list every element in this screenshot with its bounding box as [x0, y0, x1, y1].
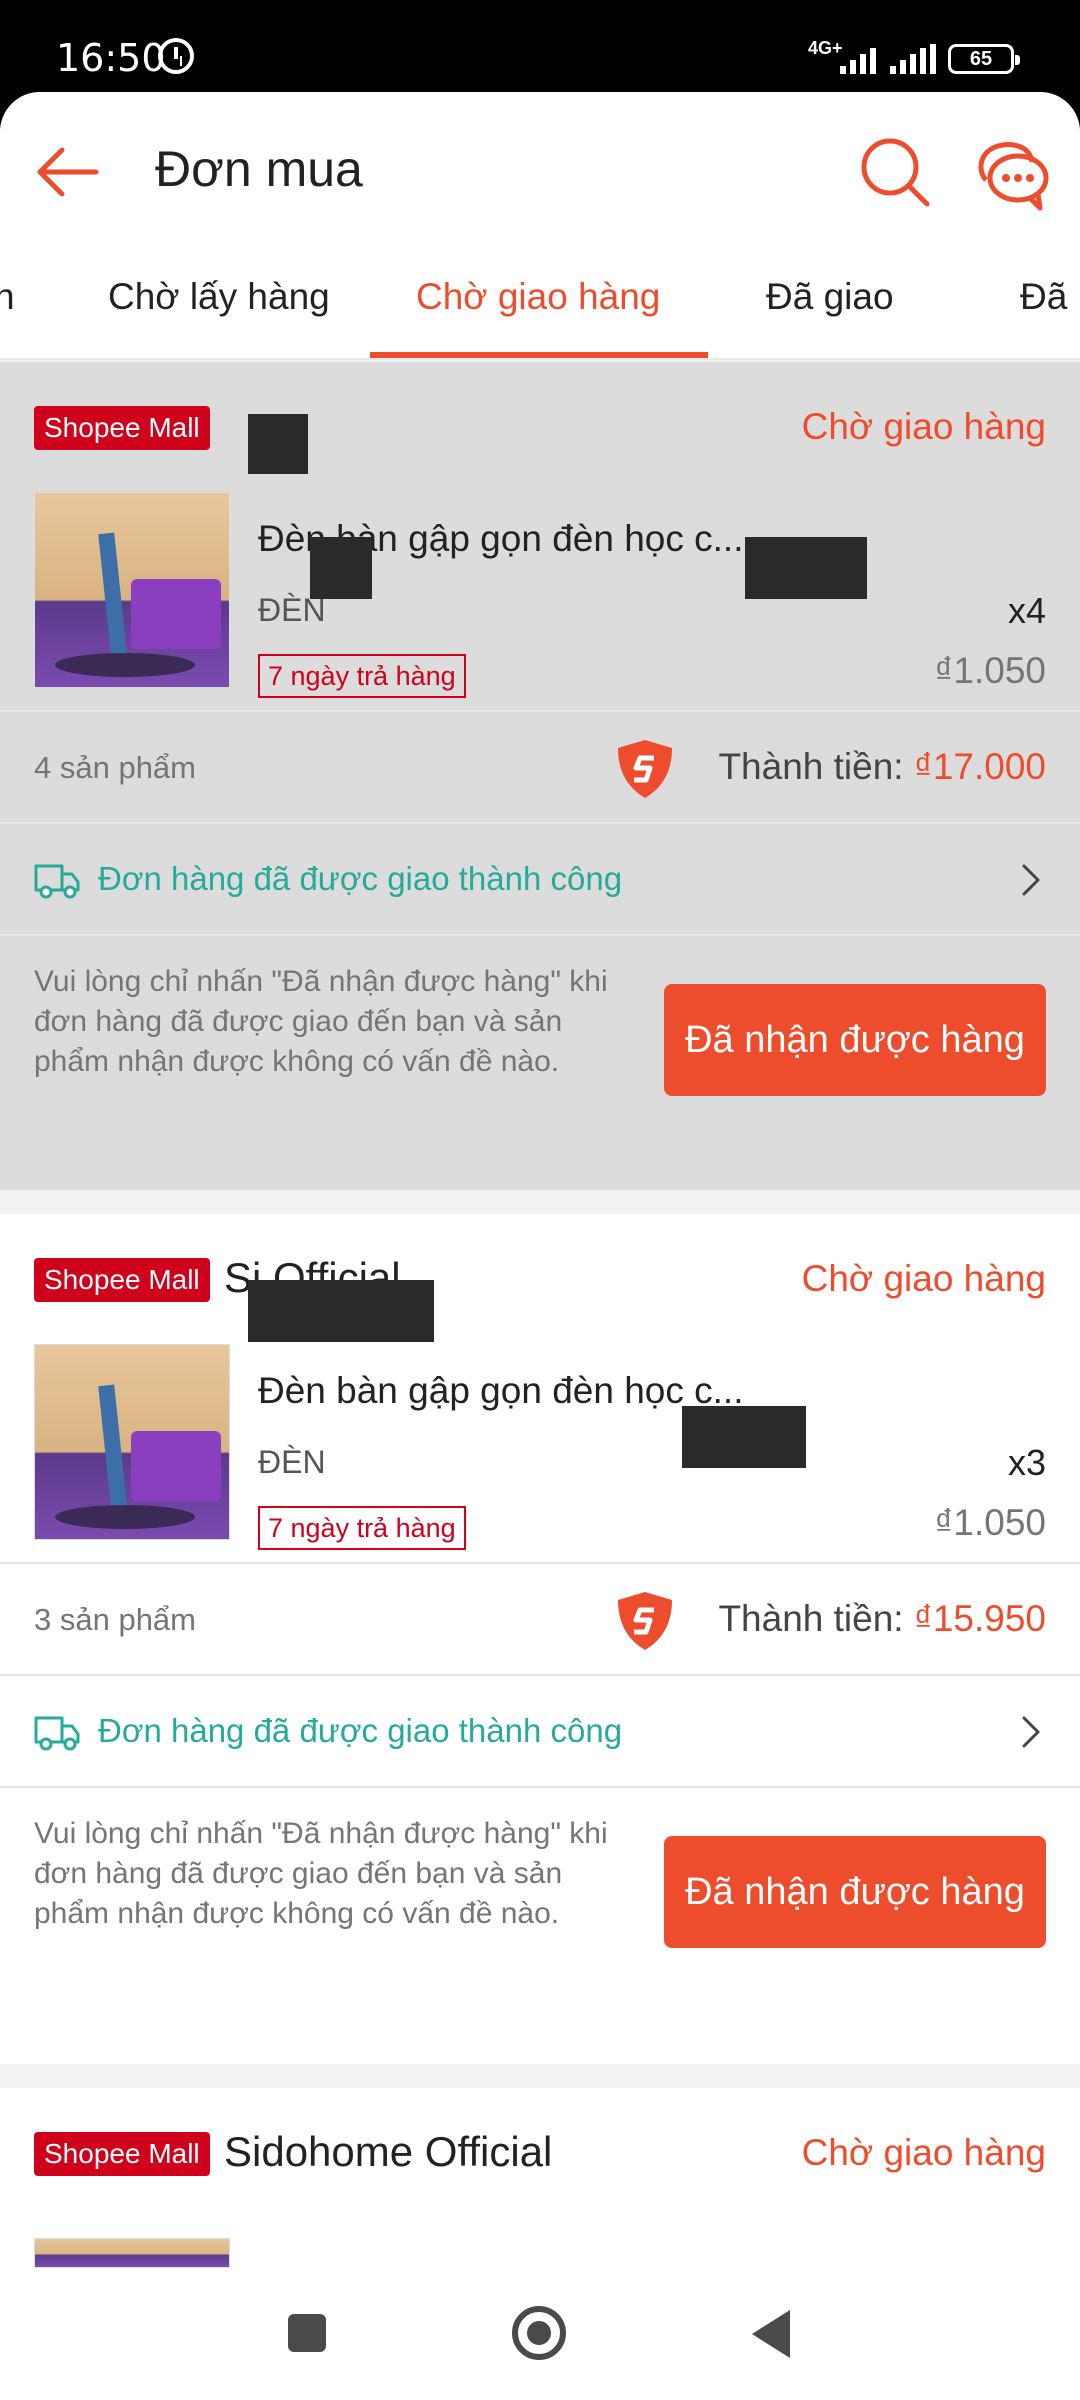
tab-previous[interactable]: n [0, 276, 15, 318]
system-nav-bar [0, 2268, 1080, 2400]
tab-delivered[interactable]: Đã giao [766, 276, 894, 318]
product-variation: ĐÈN [258, 1444, 326, 1480]
order-total: Thành tiền: ₫15.950 [718, 1598, 1046, 1640]
status-bar: 16:50 4G+ 65 [0, 0, 1080, 100]
order-status: Chờ giao hàng [801, 406, 1046, 447]
alarm-icon [158, 38, 194, 74]
order-card[interactable]: Shopee Mall Sidohome Official Chờ giao h… [0, 2088, 1080, 2268]
truck-icon [34, 1716, 80, 1751]
shipping-status-text: Đơn hàng đã được giao thành công [98, 1712, 623, 1749]
redaction-block [248, 414, 308, 474]
order-status: Chờ giao hàng [801, 2132, 1046, 2173]
confirm-note: Vui lòng chỉ nhấn "Đã nhận được hàng" kh… [34, 1817, 608, 1930]
app-header: Đơn mua [0, 92, 1080, 252]
order-tabs: n Chờ lấy hàng Chờ giao hàng Đã giao Đã [0, 252, 1080, 360]
product-row[interactable]: Đèn bàn gập gọn đèn học c... ĐÈN x3 7 ng… [0, 1344, 1080, 1562]
order-total-row: 4 sản phẩm Thành tiền: ₫17.000 [0, 710, 1080, 822]
shipping-status-row[interactable]: Đơn hàng đã được giao thành công [0, 822, 1080, 934]
item-count: 4 sản phẩm [34, 750, 196, 785]
shield-icon [618, 1592, 672, 1650]
product-thumbnail [34, 2238, 230, 2268]
page-title: Đơn mua [155, 141, 363, 197]
return-policy-badge: 7 ngày trả hàng [258, 654, 466, 698]
shopee-mall-badge: Shopee Mall [34, 2132, 210, 2176]
shopee-mall-badge: Shopee Mall [34, 406, 210, 450]
battery-icon: 65 [948, 44, 1020, 74]
signal-icon [890, 44, 936, 74]
tab-next[interactable]: Đã [1020, 276, 1067, 318]
redaction-block [682, 1406, 806, 1468]
lamp-base-graphic [55, 1505, 195, 1529]
shop-row[interactable]: Shopee Mall Si Official Chờ giao hàng [0, 1214, 1080, 1344]
total-label: Thành tiền: [718, 746, 914, 787]
shipping-status-text: Đơn hàng đã được giao thành công [98, 860, 623, 897]
shopee-mall-badge: Shopee Mall [34, 1258, 210, 1302]
unit-price: ₫1.050 [934, 1502, 1046, 1543]
product-thumbnail [34, 1344, 230, 1540]
home-icon[interactable] [512, 2306, 566, 2360]
redaction-block [248, 1280, 434, 1342]
chat-icon[interactable] [972, 132, 1052, 212]
confirm-receipt-row: Vui lòng chỉ nhấn "Đã nhận được hàng" kh… [0, 934, 1080, 1144]
search-icon[interactable] [855, 132, 935, 212]
shop-name[interactable]: Sidohome Official [224, 2128, 552, 2176]
tab-awaiting-delivery[interactable]: Chờ giao hàng [416, 276, 660, 318]
product-name: Đèn bàn gập gọn đèn học c... [258, 518, 744, 559]
product-label-graphic [131, 579, 221, 649]
item-count: 3 sản phẩm [34, 1602, 196, 1637]
order-received-button[interactable]: Đã nhận được hàng [664, 984, 1046, 1096]
lamp-graphic [98, 532, 128, 664]
return-policy-badge: 7 ngày trả hàng [258, 1506, 466, 1550]
product-row[interactable]: Đèn bàn gập gọn đèn học c... ĐÈN x4 7 ng… [0, 492, 1080, 710]
confirm-note: Vui lòng chỉ nhấn "Đã nhận được hàng" kh… [34, 965, 608, 1078]
total-value: ₫15.950 [913, 1598, 1046, 1639]
shop-row[interactable]: Shopee Mall Sidohome Official Chờ giao h… [0, 2088, 1080, 2218]
redaction-block [745, 537, 867, 599]
order-card[interactable]: Shopee Mall Si Official Chờ giao hàng Đè… [0, 1214, 1080, 2064]
back-icon[interactable] [752, 2310, 790, 2358]
total-label: Thành tiền: [718, 1598, 914, 1639]
recents-icon[interactable] [288, 2314, 326, 2352]
shipping-status-row[interactable]: Đơn hàng đã được giao thành công [0, 1674, 1080, 1786]
orders-screen: Đơn mua n Chờ lấy hàng Chờ giao hàng Đã … [0, 92, 1080, 2268]
product-quantity: x3 [1007, 1442, 1046, 1483]
total-value: ₫17.000 [913, 746, 1046, 787]
order-card[interactable]: Shopee Mall Chờ giao hàng Đèn bàn gập gọ… [0, 362, 1080, 1190]
status-time: 16:50 [56, 36, 166, 80]
lamp-base-graphic [55, 653, 195, 677]
order-received-button[interactable]: Đã nhận được hàng [664, 1836, 1046, 1948]
product-thumbnail [34, 492, 230, 688]
product-label-graphic [131, 1431, 221, 1501]
lamp-graphic [98, 1384, 128, 1516]
shield-icon [618, 740, 672, 798]
tab-awaiting-pickup[interactable]: Chờ lấy hàng [108, 276, 330, 318]
redaction-block [310, 537, 372, 599]
shop-row[interactable]: Shopee Mall Chờ giao hàng [0, 362, 1080, 492]
unit-price: ₫1.050 [934, 650, 1046, 691]
confirm-receipt-row: Vui lòng chỉ nhấn "Đã nhận được hàng" kh… [0, 1786, 1080, 1996]
order-total: Thành tiền: ₫17.000 [718, 746, 1046, 788]
network-type: 4G+ [808, 38, 843, 58]
order-status: Chờ giao hàng [801, 1258, 1046, 1299]
chevron-right-icon[interactable] [1016, 1712, 1046, 1752]
product-quantity: x4 [1007, 590, 1046, 631]
order-total-row: 3 sản phẩm Thành tiền: ₫15.950 [0, 1562, 1080, 1674]
back-arrow-icon[interactable] [30, 132, 110, 212]
signal-icon [840, 44, 876, 74]
active-tab-indicator [370, 352, 708, 358]
truck-icon [34, 864, 80, 899]
product-name: Đèn bàn gập gọn đèn học c... [258, 1370, 744, 1411]
chevron-right-icon[interactable] [1016, 860, 1046, 900]
